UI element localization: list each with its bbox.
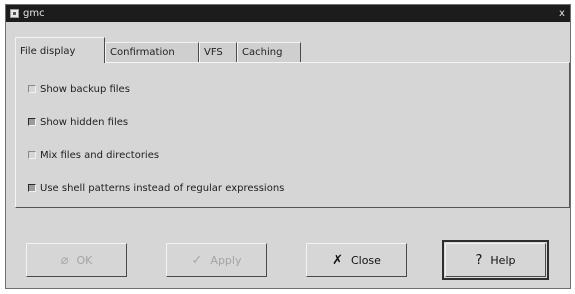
window-title: gmc (23, 8, 45, 19)
tab-file-display[interactable]: File display (15, 37, 105, 63)
option-label: Show hidden files (40, 117, 129, 128)
tab-vfs[interactable]: VFS (199, 42, 237, 62)
use-shell-patterns-checkbox[interactable] (28, 184, 36, 192)
mix-files-checkbox[interactable] (28, 151, 36, 159)
show-backup-files-checkbox[interactable] (28, 85, 36, 93)
option-use-shell-patterns[interactable]: Use shell patterns instead of regular ex… (28, 182, 284, 196)
help-label: Help (490, 253, 516, 267)
tab-confirmation[interactable]: Confirmation (105, 42, 199, 62)
apply-icon: ✓ (191, 252, 203, 268)
close-button[interactable]: ✗ Close (306, 243, 407, 277)
close-label: Close (350, 253, 381, 267)
title-bar[interactable]: gmc x (6, 5, 570, 22)
option-mix-files-and-directories[interactable]: Mix files and directories (28, 149, 159, 163)
ok-label: OK (76, 253, 93, 267)
apply-button[interactable]: ✓ Apply (166, 243, 267, 277)
ok-button[interactable]: ⌀ OK (26, 243, 127, 277)
tab-caching[interactable]: Caching (237, 42, 301, 62)
option-show-backup-files[interactable]: Show backup files (28, 83, 130, 97)
option-label: Show backup files (40, 84, 130, 95)
window-close-icon[interactable]: x (556, 7, 568, 20)
apply-label: Apply (210, 253, 242, 267)
option-label: Use shell patterns instead of regular ex… (40, 183, 285, 194)
show-hidden-files-checkbox[interactable] (28, 118, 36, 126)
option-label: Mix files and directories (40, 150, 160, 161)
window-menu-icon[interactable] (10, 9, 19, 18)
help-icon: ? (475, 252, 483, 268)
option-show-hidden-files[interactable]: Show hidden files (28, 116, 128, 130)
help-button[interactable]: ? Help (442, 240, 549, 280)
file-display-panel: Show backup files Show hidden files Mix … (15, 62, 570, 208)
close-icon: ✗ (332, 252, 343, 268)
ok-icon: ⌀ (60, 252, 69, 268)
